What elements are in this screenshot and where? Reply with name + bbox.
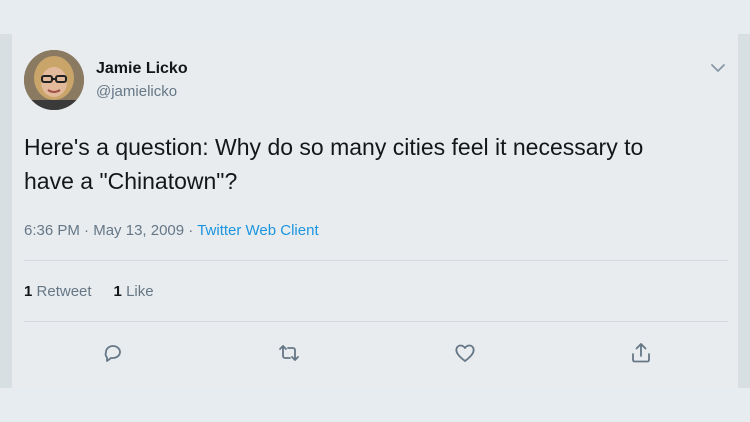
left-rail <box>0 34 12 388</box>
meta-separator: · <box>79 222 94 239</box>
retweet-count: 1 <box>24 283 33 300</box>
page-background-top <box>0 0 750 34</box>
tweet-meta: 6:36 PM · May 13, 2009 · Twitter Web Cli… <box>24 222 319 239</box>
tweet-date[interactable]: May 13, 2009 <box>93 222 184 239</box>
tweet-time[interactable]: 6:36 PM <box>24 222 80 239</box>
tweet-text: Here's a question: Why do so many cities… <box>24 134 644 194</box>
tweet-client-link[interactable]: Twitter Web Client <box>197 222 318 239</box>
divider <box>24 260 728 261</box>
avatar[interactable] <box>24 50 84 110</box>
author-name[interactable]: Jamie Licko <box>96 60 188 78</box>
like-count-link[interactable]: 1 Like <box>114 283 154 300</box>
share-icon[interactable] <box>628 340 654 366</box>
tweet-card: Jamie Licko @jamielicko Here's a questio… <box>12 34 738 388</box>
retweet-count-link[interactable]: 1 Retweet <box>24 283 92 300</box>
divider <box>24 321 728 322</box>
like-label: Like <box>126 283 154 300</box>
author-handle[interactable]: @jamielicko <box>96 83 177 100</box>
page-background-bottom <box>0 388 750 422</box>
retweet-label: Retweet <box>36 283 92 300</box>
heart-icon[interactable] <box>452 340 478 366</box>
avatar-photo <box>24 50 84 110</box>
chevron-down-icon[interactable] <box>708 58 728 78</box>
right-rail <box>738 34 750 388</box>
meta-separator: · <box>184 222 198 239</box>
like-count: 1 <box>113 283 122 300</box>
reply-icon[interactable] <box>100 340 126 366</box>
tweet-stats: 1 Retweet 1 Like <box>24 283 176 300</box>
retweet-icon[interactable] <box>276 340 302 366</box>
